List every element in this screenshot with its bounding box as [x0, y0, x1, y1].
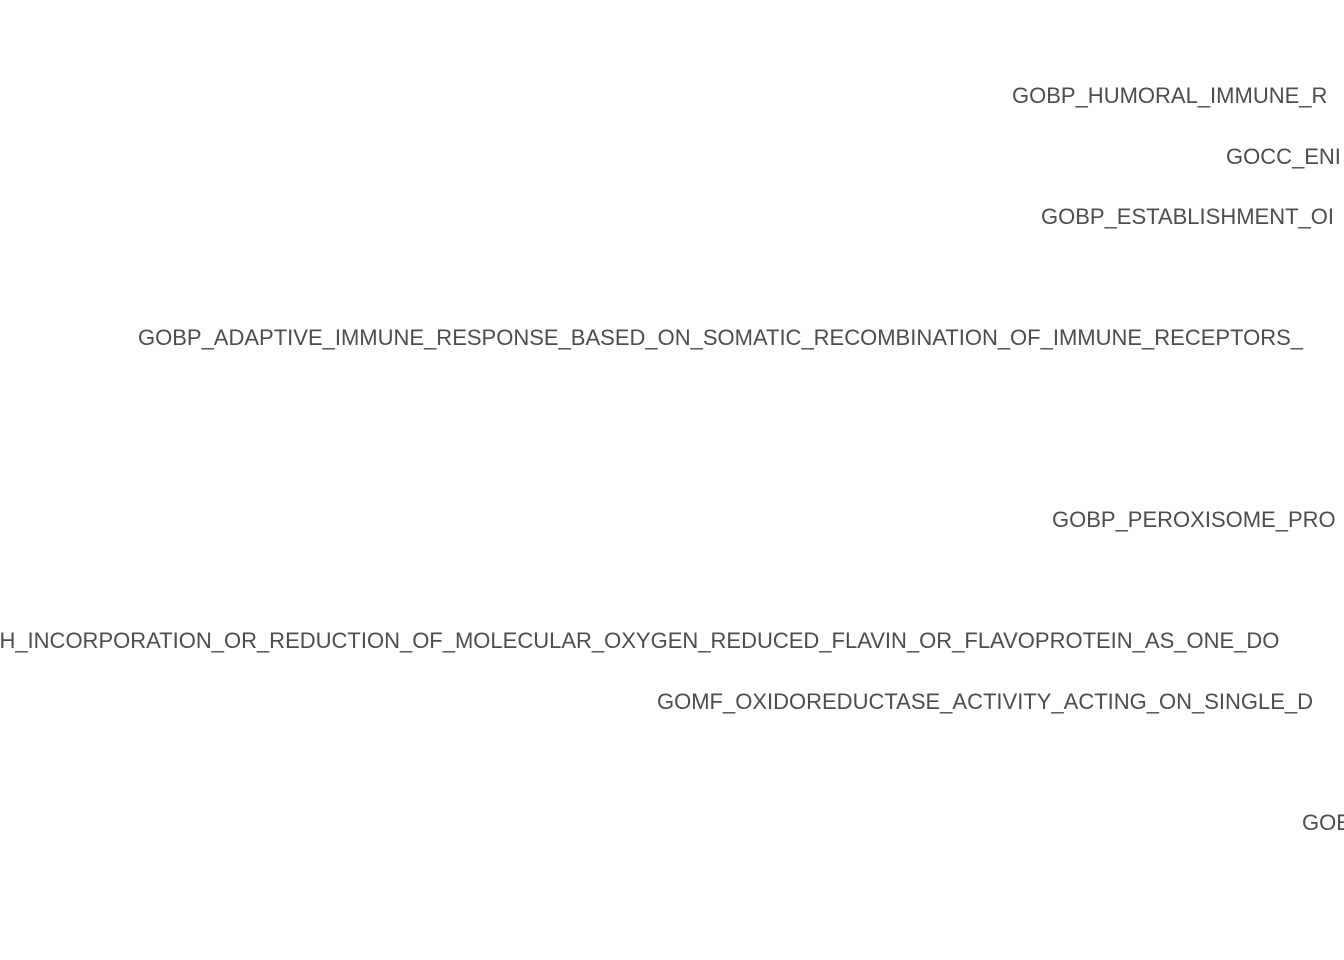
y-axis-tick-label: GOE: [1302, 810, 1344, 836]
y-axis-tick-label: GOMF_OXIDOREDUCTASE_ACTIVITY_ACTING_ON_S…: [657, 689, 1314, 714]
y-axis-tick-label: GOBP_PEROXISOME_PRO: [1052, 507, 1336, 533]
y-axis-tick-label: GOBP_ESTABLISHMENT_OI: [1041, 204, 1335, 230]
y-axis-tick-label: GOBP_ADAPTIVE_IMMUNE_RESPONSE_BASED_ON_S…: [138, 325, 1304, 351]
y-axis-tick-label: TH_INCORPORATION_OR_REDUCTION_OF_MOLECUL…: [0, 628, 1280, 654]
y-axis-tick-label: GOBP_HUMORAL_IMMUNE_R: [1012, 83, 1328, 108]
chart-canvas: GOBP_HUMORAL_IMMUNE_R GOCC_ENI GOBP_ESTABL…: [0, 0, 1344, 960]
y-axis-tick-label: GOCC_ENI: [1226, 143, 1341, 169]
